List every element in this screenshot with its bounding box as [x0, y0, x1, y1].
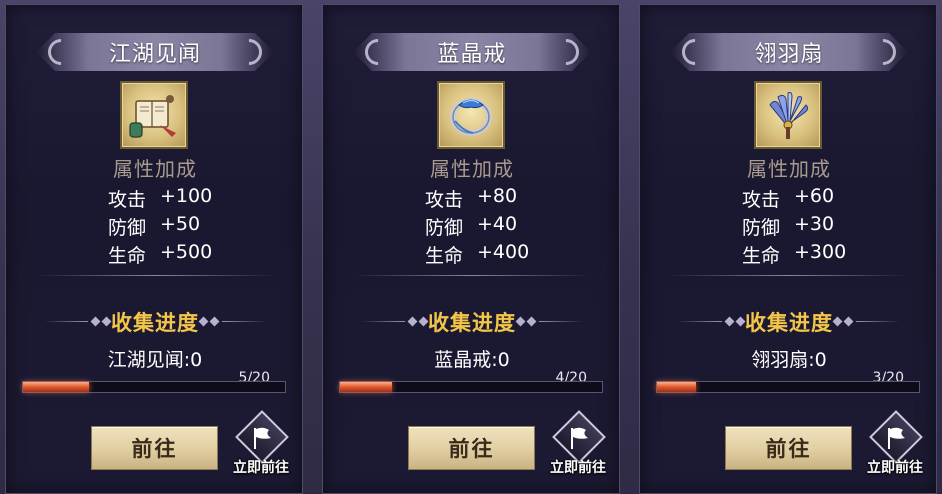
stat-value: +60	[794, 185, 835, 207]
feather-fan-icon	[769, 92, 809, 139]
stat-value: +30	[794, 213, 835, 235]
stat-attack: 攻击 +80	[425, 185, 517, 212]
teleport-label: 立即前往	[867, 460, 923, 476]
card-title: 翎羽扇	[754, 42, 824, 67]
stat-attack: 攻击 +60	[742, 185, 834, 212]
stat-value: +500	[160, 241, 213, 263]
stat-health: 生命 +300	[742, 241, 846, 268]
attribute-bonus-heading: 属性加成	[747, 157, 831, 181]
go-button[interactable]: 前往	[91, 426, 218, 470]
stat-label: 攻击	[108, 189, 147, 211]
stat-label: 攻击	[742, 189, 781, 211]
go-button[interactable]: 前往	[408, 426, 535, 470]
collect-count: 翎羽扇:0	[751, 349, 827, 371]
progress-fill	[23, 382, 89, 392]
stat-value: +40	[477, 213, 518, 235]
stat-label: 防御	[108, 217, 147, 239]
diamond-ornament-icon	[196, 316, 266, 327]
progress-fill	[657, 382, 697, 392]
item-slot[interactable]	[120, 81, 188, 149]
item-slot[interactable]	[437, 81, 505, 149]
progress-bar	[339, 381, 603, 393]
teleport-label: 立即前往	[550, 460, 606, 476]
collect-count: 江湖见闻:0	[107, 349, 203, 371]
diamond-ornament-icon	[830, 316, 900, 327]
progress-bar	[656, 381, 920, 393]
teleport-button[interactable]: 立即前往	[225, 410, 297, 476]
stat-defense: 防御 +40	[425, 213, 517, 240]
stat-value: +300	[794, 241, 847, 263]
scroll-book-icon	[129, 95, 176, 138]
stat-defense: 防御 +30	[742, 213, 834, 240]
collect-progress-header: 收集进度	[6, 307, 304, 337]
collection-card-jianghu: 江湖见闻 属性加成 攻击 +100 防御 +50 生命 +500 收集进度 江湖…	[5, 4, 303, 494]
collect-count: 蓝晶戒:0	[434, 349, 510, 371]
flag-icon	[254, 427, 271, 449]
collection-card-ring: 蓝晶戒 属性加成 攻击 +80 防御 +40 生命 +400 收集进度 蓝晶戒:…	[322, 4, 620, 494]
stat-label: 防御	[742, 217, 781, 239]
teleport-button[interactable]: 立即前往	[859, 410, 931, 476]
divider	[670, 275, 908, 276]
collection-panel: 江湖见闻 属性加成 攻击 +100 防御 +50 生命 +500 收集进度 江湖…	[0, 0, 942, 494]
stat-label: 生命	[425, 245, 464, 267]
teleport-button[interactable]: 立即前往	[542, 410, 614, 476]
stat-label: 攻击	[425, 189, 464, 211]
teleport-label: 立即前往	[233, 460, 289, 476]
attribute-bonus-heading: 属性加成	[430, 157, 514, 181]
card-title: 江湖见闻	[108, 42, 201, 67]
collection-card-fan: 翎羽扇 属性加成 攻击 +60 防御 +30 生命 +300 收集进度 翎羽扇:…	[639, 4, 937, 494]
collect-progress-header: 收集进度	[640, 307, 938, 337]
stat-label: 生命	[108, 245, 147, 267]
divider	[353, 275, 591, 276]
diamond-ornament-icon	[513, 316, 583, 327]
progress-bar	[22, 381, 286, 393]
stat-value: +400	[477, 241, 530, 263]
crystal-ring-icon	[450, 98, 492, 136]
stat-label: 生命	[742, 245, 781, 267]
stat-value: +50	[160, 213, 201, 235]
flag-icon	[888, 427, 905, 449]
stat-value: +80	[477, 185, 518, 207]
stat-label: 防御	[425, 217, 464, 239]
go-button[interactable]: 前往	[725, 426, 852, 470]
divider	[36, 275, 274, 276]
progress-fill	[340, 382, 393, 392]
attribute-bonus-heading: 属性加成	[113, 157, 197, 181]
stat-health: 生命 +400	[425, 241, 529, 268]
stat-value: +100	[160, 185, 213, 207]
stat-defense: 防御 +50	[108, 213, 200, 240]
item-slot[interactable]	[754, 81, 822, 149]
flag-icon	[571, 427, 588, 449]
card-title: 蓝晶戒	[437, 42, 507, 67]
stat-attack: 攻击 +100	[108, 185, 212, 212]
collect-progress-header: 收集进度	[323, 307, 621, 337]
stat-health: 生命 +500	[108, 241, 212, 268]
